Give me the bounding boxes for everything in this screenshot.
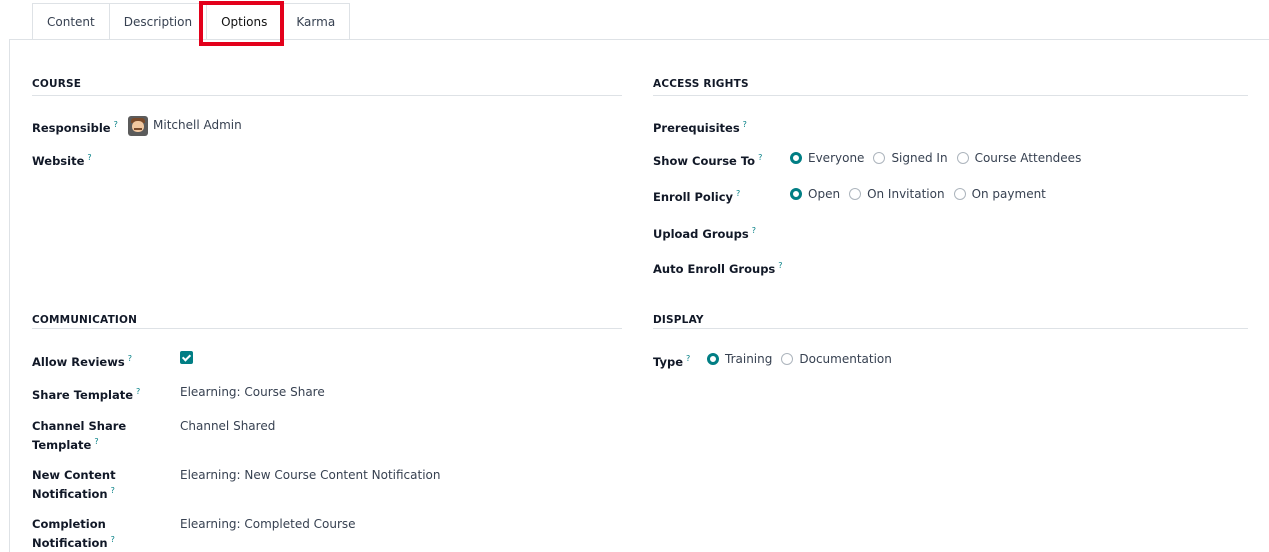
help-icon[interactable]: ? xyxy=(686,354,690,363)
radio-label-signed-in: Signed In xyxy=(891,151,948,165)
tabs-underline xyxy=(9,39,1269,40)
section-title-access-rights: ACCESS RIGHTS xyxy=(653,78,749,90)
help-icon[interactable]: ? xyxy=(87,153,91,162)
help-icon[interactable]: ? xyxy=(111,486,115,495)
tab-options[interactable]: Options xyxy=(206,3,283,40)
help-icon[interactable]: ? xyxy=(136,387,140,396)
radio-documentation[interactable] xyxy=(781,353,794,365)
enroll-policy-label: Enroll Policy? xyxy=(653,189,741,204)
tab-content[interactable]: Content xyxy=(32,3,110,40)
share-template-label: Share Template? xyxy=(32,387,141,402)
section-title-course: COURSE xyxy=(32,78,82,90)
radio-on-invitation[interactable] xyxy=(849,188,862,200)
radio-label-everyone: Everyone xyxy=(808,151,865,165)
prerequisites-label: Prerequisites? xyxy=(653,120,747,135)
help-icon[interactable]: ? xyxy=(778,261,782,270)
radio-label-documentation: Documentation xyxy=(799,352,892,366)
radio-label-on-payment: On payment xyxy=(971,187,1046,201)
share-template-value[interactable]: Elearning: Course Share xyxy=(180,384,325,400)
tab-bar: Content Description Options Karma xyxy=(32,3,351,40)
enroll-policy-radio-group: Open On Invitation On payment xyxy=(790,186,1055,202)
help-icon[interactable]: ? xyxy=(736,189,740,198)
channel-share-template-label: Channel Share Template? xyxy=(32,419,127,452)
show-course-to-radio-group: Everyone Signed In Course Attendees xyxy=(790,150,1090,166)
radio-open[interactable] xyxy=(790,188,802,200)
radio-everyone[interactable] xyxy=(790,152,802,164)
radio-label-open: Open xyxy=(808,187,841,201)
auto-enroll-groups-label: Auto Enroll Groups? xyxy=(653,261,783,276)
section-title-communication: COMMUNICATION xyxy=(32,314,138,326)
left-border xyxy=(9,39,10,552)
help-icon[interactable]: ? xyxy=(758,153,762,162)
radio-label-training: Training xyxy=(725,352,773,366)
help-icon[interactable]: ? xyxy=(128,354,132,363)
radio-on-payment[interactable] xyxy=(953,188,966,200)
type-radio-group: Training Documentation xyxy=(707,351,901,367)
tab-description[interactable]: Description xyxy=(108,3,208,40)
help-icon[interactable]: ? xyxy=(752,226,756,235)
new-content-notification-value[interactable]: Elearning: New Course Content Notificati… xyxy=(180,467,440,483)
radio-label-course-attendees: Course Attendees xyxy=(974,151,1082,165)
section-title-display: DISPLAY xyxy=(653,314,704,326)
channel-share-template-value[interactable]: Channel Shared xyxy=(180,418,275,434)
section-divider-communication xyxy=(32,328,622,329)
responsible-label: Responsible? xyxy=(32,120,118,135)
radio-signed-in[interactable] xyxy=(873,152,886,164)
radio-training[interactable] xyxy=(707,353,719,365)
help-icon[interactable]: ? xyxy=(94,437,98,446)
type-label: Type? xyxy=(653,354,691,369)
allow-reviews-label: Allow Reviews? xyxy=(32,354,132,369)
radio-course-attendees[interactable] xyxy=(956,152,969,164)
help-icon[interactable]: ? xyxy=(743,120,747,129)
section-divider-course xyxy=(32,95,622,96)
website-label: Website? xyxy=(32,153,92,168)
radio-label-on-invitation: On Invitation xyxy=(867,187,945,201)
allow-reviews-checkbox[interactable] xyxy=(180,351,193,364)
completion-notification-label: Completion Notification? xyxy=(32,517,115,550)
upload-groups-label: Upload Groups? xyxy=(653,226,756,241)
show-course-to-label: Show Course To? xyxy=(653,153,763,168)
tab-karma[interactable]: Karma xyxy=(281,3,351,40)
responsible-value[interactable]: Mitchell Admin xyxy=(153,117,242,133)
section-divider-access-rights xyxy=(653,95,1248,96)
avatar xyxy=(128,116,148,136)
help-icon[interactable]: ? xyxy=(114,120,118,129)
help-icon[interactable]: ? xyxy=(111,535,115,544)
new-content-notification-label: New Content Notification? xyxy=(32,468,116,501)
completion-notification-value[interactable]: Elearning: Completed Course xyxy=(180,516,356,532)
section-divider-display xyxy=(653,328,1248,329)
